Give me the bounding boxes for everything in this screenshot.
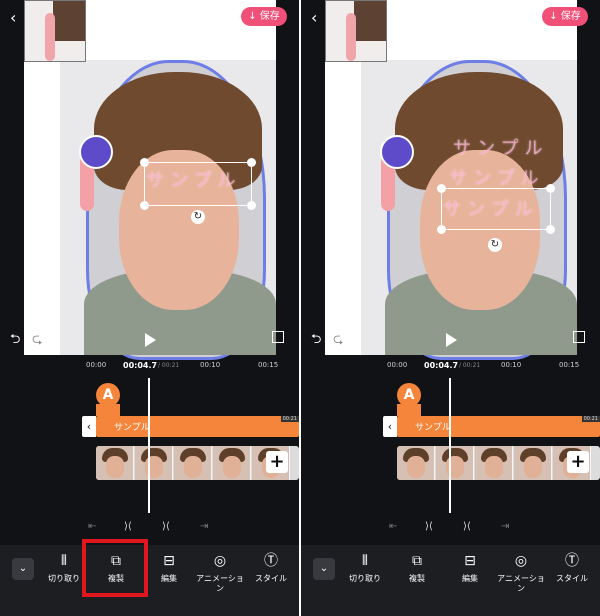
add-clip-button[interactable]: + — [266, 451, 288, 473]
cut-icon: ⫴ — [61, 553, 67, 569]
text-track[interactable]: サンプル 00:21 — [397, 416, 600, 437]
total-time: / 00:21 — [158, 362, 180, 369]
picture-in-picture-thumbnail[interactable] — [24, 0, 86, 62]
undo-icon[interactable]: ⮌ — [10, 330, 20, 352]
back-chevron-icon[interactable]: ‹ — [10, 8, 16, 27]
editor-panel-before: サンプル ↻ ‹ ↓ 保存 ⮌ ⮎ 00:00 00:04.7 / 00:21 … — [0, 0, 299, 616]
tool-duplicate[interactable]: ⧉ 複製 — [387, 553, 447, 584]
split-icon[interactable]: ⟩⟨ — [162, 521, 170, 532]
edit-icon: ⊟ — [163, 553, 175, 569]
current-time: 00:04.7 — [123, 361, 158, 370]
save-button[interactable]: ↓ 保存 — [241, 7, 287, 26]
trim-start-icon[interactable]: ⇤ — [88, 521, 96, 532]
trim-end-icon[interactable]: ⇥ — [501, 521, 509, 532]
trim-controls: ⇤ ⟩⟨ ⟩⟨ ⇥ — [301, 521, 600, 537]
rotate-icon[interactable]: ↻ — [488, 238, 502, 252]
fullscreen-icon[interactable] — [573, 331, 585, 343]
split-icon[interactable]: ⟩⟨ — [463, 521, 471, 532]
time-ruler: 00:00 00:04.7 / 00:21 00:10 00:15 — [86, 361, 279, 370]
text-selection-box[interactable] — [437, 184, 555, 234]
animation-icon: ◎ — [514, 553, 528, 569]
duplicate-icon: ⧉ — [412, 553, 422, 569]
collapse-chevron-icon[interactable]: ⌄ — [12, 558, 34, 580]
editor-panel-after: サンプル サンプル サンプル ↻ ‹ ↓ 保存 ⮌ ⮎ 00:00 00:04.… — [301, 0, 600, 616]
animation-icon: ◎ — [213, 553, 227, 569]
back-chevron-icon[interactable]: ‹ — [311, 8, 317, 27]
edit-icon: ⊟ — [464, 553, 476, 569]
cut-icon: ⫴ — [362, 553, 368, 569]
circle-sticker[interactable] — [380, 135, 414, 169]
resize-handle[interactable] — [437, 225, 446, 234]
trim-controls: ⇤ ⟩⟨ ⟩⟨ ⇥ — [0, 521, 299, 537]
total-time: / 00:21 — [459, 362, 481, 369]
track-trim-left-icon[interactable]: ‹ — [82, 416, 96, 437]
track-label: サンプル — [114, 423, 150, 433]
playhead[interactable] — [449, 378, 451, 513]
undo-icon[interactable]: ⮌ — [311, 330, 321, 352]
style-icon: Ⓣ — [565, 553, 579, 569]
resize-handle[interactable] — [437, 184, 446, 193]
text-track[interactable]: サンプル 00:21 — [96, 416, 299, 437]
trim-start-icon[interactable]: ⇤ — [389, 521, 397, 532]
redo-icon[interactable]: ⮎ — [333, 330, 343, 352]
style-icon: Ⓣ — [264, 553, 278, 569]
track-label: サンプル — [415, 423, 451, 433]
rotate-icon[interactable]: ↻ — [191, 210, 205, 224]
redo-icon[interactable]: ⮎ — [32, 330, 42, 352]
trim-end-icon[interactable]: ⇥ — [200, 521, 208, 532]
text-layer-marker[interactable]: A — [96, 383, 120, 407]
resize-handle[interactable] — [546, 225, 555, 234]
collapse-chevron-icon[interactable]: ⌄ — [313, 558, 335, 580]
resize-handle[interactable] — [140, 158, 149, 167]
track-end-time: 00:21 — [581, 416, 600, 422]
overlay-text: サンプル — [453, 138, 549, 159]
resize-handle[interactable] — [546, 184, 555, 193]
resize-handle[interactable] — [140, 201, 149, 210]
video-preview[interactable]: サンプル ↻ — [24, 0, 276, 360]
fullscreen-icon[interactable] — [272, 331, 284, 343]
tool-cut[interactable]: ⫴ 切り取り — [335, 553, 395, 584]
track-end-time: 00:21 — [280, 416, 299, 422]
current-time: 00:04.7 — [424, 361, 459, 370]
tool-style[interactable]: Ⓣ スタイル — [542, 553, 600, 584]
playhead[interactable] — [148, 378, 150, 513]
bottom-toolbar: ⌄ ⫴ 切り取り ⧉ 複製 ⊟ 編集 ◎ アニメーショ ン Ⓣ スタイル — [0, 545, 299, 616]
circle-sticker[interactable] — [79, 135, 113, 169]
picture-in-picture-thumbnail[interactable] — [325, 0, 387, 62]
text-selection-box[interactable] — [140, 158, 256, 210]
video-preview[interactable]: サンプル サンプル サンプル ↻ — [325, 0, 577, 360]
add-clip-button[interactable]: + — [567, 451, 589, 473]
split-icon[interactable]: ⟩⟨ — [124, 521, 132, 532]
split-icon[interactable]: ⟩⟨ — [425, 521, 433, 532]
bottom-toolbar: ⌄ ⫴ 切り取り ⧉ 複製 ⊟ 編集 ◎ アニメーショ ン Ⓣ スタイル — [301, 545, 600, 616]
track-trim-left-icon[interactable]: ‹ — [383, 416, 397, 437]
duplicate-highlight-box — [82, 539, 148, 597]
text-layer-marker[interactable]: A — [397, 383, 421, 407]
resize-handle[interactable] — [247, 158, 256, 167]
play-icon[interactable] — [145, 333, 156, 347]
resize-handle[interactable] — [247, 201, 256, 210]
overlay-text: サンプル — [449, 168, 545, 189]
time-ruler: 00:00 00:04.7 / 00:21 00:10 00:15 — [387, 361, 580, 370]
save-button[interactable]: ↓ 保存 — [542, 7, 588, 26]
play-icon[interactable] — [446, 333, 457, 347]
tool-style[interactable]: Ⓣ スタイル — [241, 553, 299, 584]
